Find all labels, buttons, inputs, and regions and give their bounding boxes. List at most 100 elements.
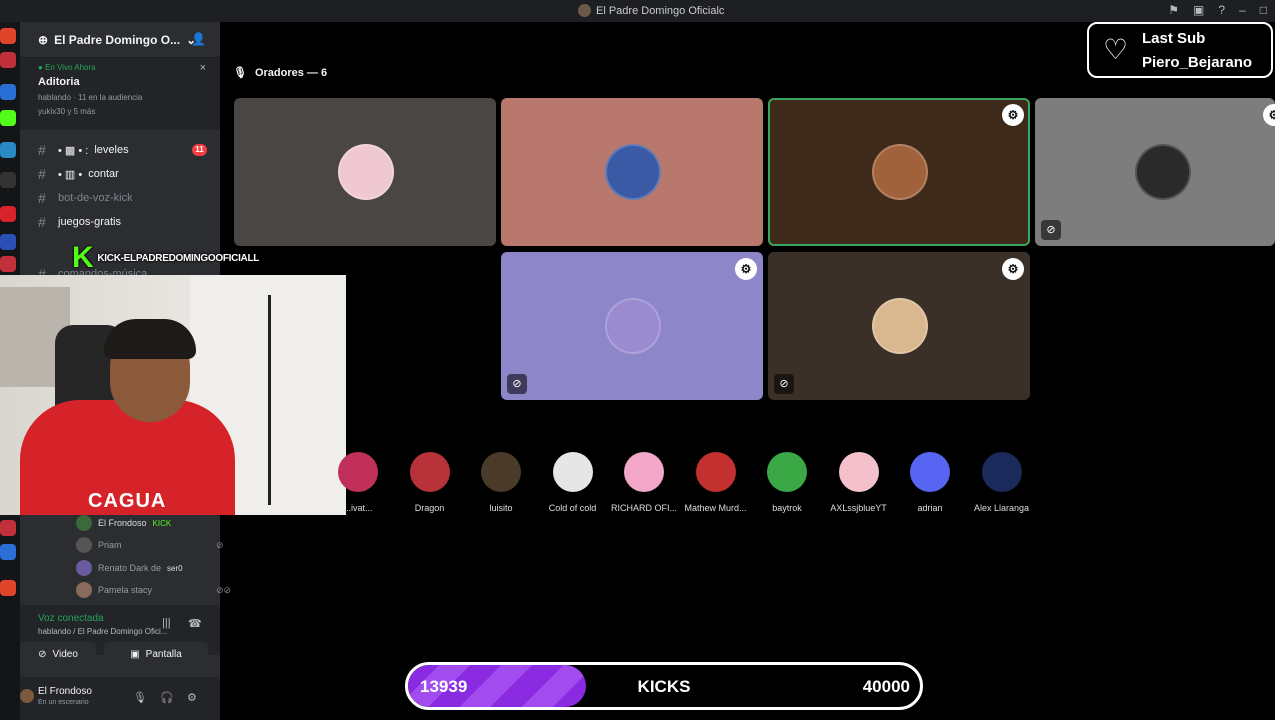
audience-member[interactable]: Mathew Murd... (681, 452, 751, 513)
muted-mic-icon: ⊘ (507, 374, 527, 394)
window-title-text: El Padre Domingo Oficialᴄ (596, 4, 725, 17)
audience-name: adrian (917, 503, 943, 513)
channel-name: bot-de-voz-kick (58, 192, 133, 204)
server-icon-6[interactable] (0, 206, 16, 222)
channel-prefix: • ▩ • : (58, 144, 89, 157)
avatar (76, 537, 92, 553)
channel-leveles[interactable]: # • ▩ • : leveles (38, 140, 129, 160)
voice-member[interactable]: El Frondoso KICK (76, 514, 171, 532)
speaker-avatar (605, 298, 661, 354)
channel-juegos-gratis[interactable]: # juegos-gratis (38, 212, 121, 232)
flag-icon[interactable]: ⚑ (1168, 3, 1179, 17)
member-name: El Frondoso (98, 518, 147, 528)
member-name: Pamela stacy (98, 585, 153, 595)
channel-name: leveles (94, 144, 129, 156)
speaker-avatar (605, 144, 661, 200)
maximize-icon[interactable]: □ (1260, 3, 1267, 17)
server-icon-4[interactable] (0, 142, 16, 158)
video-button[interactable]: ⊘ Video (20, 642, 96, 666)
goal-label: KICKS (637, 677, 691, 696)
muted-mic-icon: ⊘ (216, 539, 224, 550)
stage-viewers: yukix30 y 5 más (38, 107, 96, 116)
hash-icon: # (38, 166, 46, 182)
unread-badge: 11 (192, 144, 207, 156)
member-name: Priam (98, 540, 122, 550)
audience-member[interactable]: Cold of cold (538, 452, 608, 513)
member-name: Renato Dark de (98, 563, 162, 573)
voice-member[interactable]: Priam ⊘ (76, 536, 224, 554)
audience-name: Dragon (414, 503, 445, 513)
moderator-icon: ⚙ (735, 258, 757, 280)
live-status: ● En Vivo Ahora (38, 63, 96, 72)
goal-target: 40000 (862, 677, 910, 696)
server-header[interactable]: ⊕ El Padre Domingo O... ⌄ 👤 (20, 22, 220, 58)
server-icon-5[interactable] (0, 172, 16, 188)
speaker-tile[interactable] (501, 98, 763, 246)
live-status-text: En Vivo Ahora (45, 63, 96, 72)
audience-member[interactable]: ...ivat... (323, 452, 393, 513)
close-icon[interactable]: × (200, 62, 206, 74)
hash-icon: # (38, 190, 46, 206)
server-icon-10[interactable] (0, 544, 16, 560)
voice-member[interactable]: Pamela stacy ⊘⊘ (76, 581, 231, 599)
screen-share-button[interactable]: ▣ Pantalla (104, 642, 208, 666)
channel-contar[interactable]: # • ▥ • contar (38, 164, 119, 184)
audience-member[interactable]: Dragon (395, 452, 465, 513)
screen-icon: ▣ (130, 648, 140, 660)
server-icon-8[interactable] (0, 256, 16, 272)
speaker-tile[interactable] (234, 98, 496, 246)
channel-prefix: • ▥ • (58, 168, 83, 181)
audience-member[interactable]: adrian (895, 452, 965, 513)
microphone-icon[interactable]: 🎙 (133, 691, 147, 704)
webcam-shirt-text: CAGUA (88, 490, 167, 512)
disconnect-icon[interactable]: ☎ (188, 617, 202, 630)
headphones-icon[interactable]: 🎧 (160, 691, 174, 704)
speaker-tile[interactable]: ⚙ ⊘ (768, 252, 1030, 400)
speaker-tile[interactable]: ⚙ ⊘ (501, 252, 763, 400)
audience-member[interactable]: RICHARD OFI... (609, 452, 679, 513)
server-icon-11[interactable] (0, 580, 16, 596)
add-member-icon[interactable]: 👤 (191, 32, 206, 46)
speaker-tile-active[interactable]: ⚙ (768, 98, 1030, 246)
audience-name: RICHARD OFI... (610, 503, 677, 513)
speaker-avatar (338, 144, 394, 200)
server-icon-7[interactable] (0, 234, 16, 250)
muted-mic-icon: ⊘ (1041, 220, 1061, 240)
member-tag: KICK (152, 518, 172, 528)
minimize-icon[interactable]: – (1239, 3, 1246, 17)
audience-name: luisito (489, 503, 513, 513)
audience-member[interactable]: Alex Llaranga (967, 452, 1037, 513)
video-off-icon: ⊘ (38, 648, 47, 660)
avatar (76, 560, 92, 576)
noise-suppression-icon[interactable]: ||| (162, 617, 171, 629)
server-icon-3[interactable] (0, 84, 16, 100)
audience-member[interactable]: baytrok (752, 452, 822, 513)
server-icon-kick[interactable] (0, 110, 16, 126)
audience-name: Cold of cold (548, 503, 597, 513)
avatar (338, 452, 378, 492)
speaker-avatar (1135, 144, 1191, 200)
server-icon-2[interactable] (0, 52, 16, 68)
stage-detail: hablando · 11 en la audiencia (38, 93, 143, 102)
gear-icon[interactable]: ⚙ (187, 691, 197, 704)
user-avatar[interactable] (20, 689, 34, 703)
live-stage-card[interactable]: ● En Vivo Ahora Aditoria hablando · 11 e… (20, 58, 220, 130)
audience-member[interactable]: luisito (466, 452, 536, 513)
server-icon-9[interactable] (0, 520, 16, 536)
avatar (695, 452, 736, 492)
speakers-label: Oradores — 6 (254, 66, 328, 79)
screen-share-icon[interactable]: ▣ (1193, 3, 1204, 17)
channel-bot-de-voz-kick[interactable]: # bot-de-voz-kick (38, 188, 133, 208)
channel-name: contar (88, 168, 119, 180)
speaker-tile[interactable]: ⚙ ⊘ (1035, 98, 1275, 246)
help-icon[interactable]: ? (1218, 3, 1225, 17)
audience-member[interactable]: AXLssjblueYT (824, 452, 894, 513)
user-status: En un escenario (38, 699, 89, 706)
avatar (910, 452, 950, 492)
voice-member[interactable]: Renato Dark de ser0 (76, 559, 183, 577)
stage-name: Aditoria (38, 76, 80, 88)
server-icon-1[interactable] (0, 28, 16, 44)
moderator-icon: ⚙ (1002, 258, 1024, 280)
kick-banner-text: KICK-ELPADREDOMINGOOFICIALL (97, 252, 260, 264)
avatar (981, 452, 1022, 492)
